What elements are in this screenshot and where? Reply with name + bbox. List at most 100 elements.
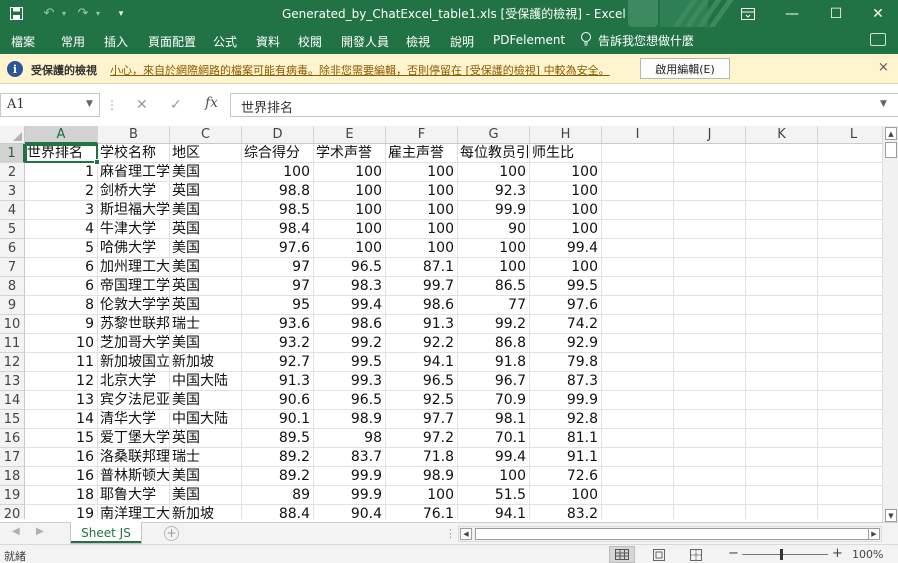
column-header-d[interactable]: D: [242, 126, 314, 144]
cell-a10[interactable]: 9: [25, 315, 98, 334]
cell-h7[interactable]: 100: [530, 258, 602, 277]
cell-l3[interactable]: [818, 182, 882, 201]
cell-b20[interactable]: 南洋理工大: [98, 505, 170, 519]
cell-d18[interactable]: 89.2: [242, 467, 314, 486]
tab-review[interactable]: 校閱: [298, 33, 322, 50]
cell-g4[interactable]: 99.9: [458, 201, 530, 220]
cell-e17[interactable]: 83.7: [314, 448, 386, 467]
fill-handle[interactable]: [94, 159, 100, 165]
cell-l15[interactable]: [818, 410, 882, 429]
undo-dropdown-icon[interactable]: ▾: [60, 0, 68, 27]
name-box[interactable]: A1: [0, 93, 100, 117]
cell-c13[interactable]: 中国大陆: [170, 372, 242, 391]
cell-b17[interactable]: 洛桑联邦理: [98, 448, 170, 467]
column-header-a[interactable]: A: [25, 126, 98, 144]
cell-d1[interactable]: 综合得分: [242, 144, 314, 163]
cell-j19[interactable]: [674, 486, 746, 505]
cell-g19[interactable]: 51.5: [458, 486, 530, 505]
cell-h20[interactable]: 83.2: [530, 505, 602, 519]
row-header-6[interactable]: 6: [0, 239, 25, 258]
cell-j9[interactable]: [674, 296, 746, 315]
enable-editing-button[interactable]: 啟用編輯(E): [640, 58, 730, 79]
cell-j18[interactable]: [674, 467, 746, 486]
cell-i15[interactable]: [602, 410, 674, 429]
cell-k2[interactable]: [746, 163, 818, 182]
cell-b2[interactable]: 麻省理工学: [98, 163, 170, 182]
cell-i10[interactable]: [602, 315, 674, 334]
cell-k6[interactable]: [746, 239, 818, 258]
tab-insert[interactable]: 插入: [104, 33, 128, 50]
row-header-11[interactable]: 11: [0, 334, 25, 353]
cell-k15[interactable]: [746, 410, 818, 429]
cell-k19[interactable]: [746, 486, 818, 505]
cell-g20[interactable]: 94.1: [458, 505, 530, 519]
column-header-e[interactable]: E: [314, 126, 386, 144]
restore-button[interactable]: ☐: [814, 0, 858, 27]
cell-a9[interactable]: 8: [25, 296, 98, 315]
cell-l7[interactable]: [818, 258, 882, 277]
cell-k12[interactable]: [746, 353, 818, 372]
cell-e15[interactable]: 98.9: [314, 410, 386, 429]
cell-c1[interactable]: 地区: [170, 144, 242, 163]
cell-k14[interactable]: [746, 391, 818, 410]
cell-l12[interactable]: [818, 353, 882, 372]
chevron-down-icon[interactable]: ▼: [86, 99, 93, 109]
cell-c17[interactable]: 瑞士: [170, 448, 242, 467]
cell-a20[interactable]: 19: [25, 505, 98, 519]
cell-g13[interactable]: 96.7: [458, 372, 530, 391]
cell-e13[interactable]: 99.3: [314, 372, 386, 391]
column-header-i[interactable]: I: [602, 126, 674, 144]
cell-h3[interactable]: 100: [530, 182, 602, 201]
tab-home[interactable]: 常用: [61, 33, 85, 50]
tab-file[interactable]: 檔案: [11, 33, 35, 50]
close-message-bar-button[interactable]: ×: [878, 60, 889, 75]
cell-i2[interactable]: [602, 163, 674, 182]
cell-a13[interactable]: 12: [25, 372, 98, 391]
cell-j13[interactable]: [674, 372, 746, 391]
cell-k5[interactable]: [746, 220, 818, 239]
cell-b14[interactable]: 宾夕法尼亚: [98, 391, 170, 410]
cell-e20[interactable]: 90.4: [314, 505, 386, 519]
cell-j16[interactable]: [674, 429, 746, 448]
column-header-c[interactable]: C: [170, 126, 242, 144]
cell-f1[interactable]: 雇主声誉: [386, 144, 458, 163]
scroll-thumb[interactable]: [475, 528, 875, 540]
column-header-g[interactable]: G: [458, 126, 530, 144]
cell-j15[interactable]: [674, 410, 746, 429]
cell-d6[interactable]: 97.6: [242, 239, 314, 258]
column-header-l[interactable]: L: [818, 126, 882, 144]
cell-h8[interactable]: 99.5: [530, 277, 602, 296]
cell-j20[interactable]: [674, 505, 746, 519]
row-header-7[interactable]: 7: [0, 258, 25, 277]
cell-c15[interactable]: 中国大陆: [170, 410, 242, 429]
cell-a18[interactable]: 16: [25, 467, 98, 486]
cell-c2[interactable]: 美国: [170, 163, 242, 182]
cell-b8[interactable]: 帝国理工学: [98, 277, 170, 296]
cell-e9[interactable]: 99.4: [314, 296, 386, 315]
cell-l10[interactable]: [818, 315, 882, 334]
cell-l18[interactable]: [818, 467, 882, 486]
cell-i14[interactable]: [602, 391, 674, 410]
cell-f6[interactable]: 100: [386, 239, 458, 258]
cell-f2[interactable]: 100: [386, 163, 458, 182]
cell-h10[interactable]: 74.2: [530, 315, 602, 334]
cell-d9[interactable]: 95: [242, 296, 314, 315]
cell-l8[interactable]: [818, 277, 882, 296]
scroll-thumb[interactable]: [885, 142, 897, 158]
cell-i18[interactable]: [602, 467, 674, 486]
cell-f12[interactable]: 94.1: [386, 353, 458, 372]
cell-a7[interactable]: 6: [25, 258, 98, 277]
cell-i20[interactable]: [602, 505, 674, 519]
redo-dropdown-icon[interactable]: ▾: [94, 0, 102, 27]
column-header-j[interactable]: J: [674, 126, 746, 144]
cell-c7[interactable]: 美国: [170, 258, 242, 277]
cell-b1[interactable]: 学校名称: [98, 144, 170, 163]
cell-a6[interactable]: 5: [25, 239, 98, 258]
cell-g15[interactable]: 98.1: [458, 410, 530, 429]
cell-g11[interactable]: 86.8: [458, 334, 530, 353]
cell-k18[interactable]: [746, 467, 818, 486]
row-header-16[interactable]: 16: [0, 429, 25, 448]
cell-a11[interactable]: 10: [25, 334, 98, 353]
cell-e10[interactable]: 98.6: [314, 315, 386, 334]
tab-view[interactable]: 檢視: [406, 33, 430, 50]
